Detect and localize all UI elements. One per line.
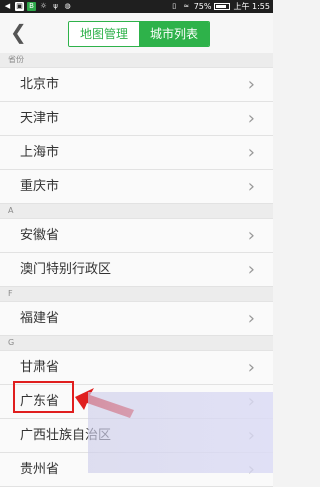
battery-icon [214, 3, 231, 10]
list-item-chongqing[interactable]: 重庆市 › [0, 170, 273, 204]
chevron-right-icon: › [247, 225, 255, 246]
list-item-gansu[interactable]: 甘肃省 › [0, 351, 273, 385]
watermark-blur [88, 392, 273, 473]
list-item-label: 澳门特别行政区 [20, 262, 112, 277]
list-item-label: 贵州省 [20, 462, 60, 477]
app-header: ❮ 地图管理 城市列表 [0, 13, 273, 54]
chevron-right-icon: › [247, 357, 255, 378]
chevron-right-icon: › [247, 308, 255, 329]
battery-percent: 75% [193, 2, 212, 11]
back-nav-icon: ◀ [4, 2, 11, 10]
chevron-right-icon: › [247, 176, 255, 197]
list-item-label: 北京市 [20, 77, 60, 92]
sun-icon: ☼ [40, 2, 47, 10]
tab-switcher: 地图管理 城市列表 [68, 21, 210, 47]
tab-map-management[interactable]: 地图管理 [69, 22, 139, 46]
back-icon[interactable]: ❮ [10, 21, 28, 43]
list-item-macau[interactable]: 澳门特别行政区 › [0, 253, 273, 287]
list-item-anhui[interactable]: 安徽省 › [0, 219, 273, 253]
list-item-label: 安徽省 [20, 228, 60, 243]
usb-icon: ψ [53, 2, 58, 10]
system-indicators: ▯ ≈ 75% 上午 1:55 [170, 1, 273, 12]
section-header-f: F [0, 287, 273, 302]
highlight-box [13, 381, 74, 413]
chevron-right-icon: › [247, 108, 255, 129]
list-item-tianjin[interactable]: 天津市 › [0, 102, 273, 136]
chat-icon: ◍ [64, 2, 71, 10]
clock: 上午 1:55 [233, 2, 270, 11]
list-item-label: 重庆市 [20, 179, 60, 194]
chevron-right-icon: › [247, 259, 255, 280]
status-bar: ◀ ▣ B ☼ ψ ◍ ▯ ≈ 75% 上午 1:55 [0, 0, 273, 13]
app-icon: B [27, 2, 36, 11]
section-header-g: G [0, 336, 273, 351]
vibrate-icon: ▯ [172, 2, 177, 10]
list-item-shanghai[interactable]: 上海市 › [0, 136, 273, 170]
list-item-label: 上海市 [20, 145, 60, 160]
list-item-label: 天津市 [20, 111, 60, 126]
section-header-province: 省份 [0, 53, 273, 68]
notification-icons: ◀ ▣ B ☼ ψ ◍ [0, 2, 72, 11]
chevron-right-icon: › [247, 74, 255, 95]
list-item-label: 甘肃省 [20, 360, 60, 375]
tab-city-list[interactable]: 城市列表 [139, 22, 209, 46]
list-item-beijing[interactable]: 北京市 › [0, 68, 273, 102]
image-icon: ▣ [15, 2, 24, 11]
chevron-right-icon: › [247, 142, 255, 163]
section-header-a: A [0, 204, 273, 219]
list-item-fujian[interactable]: 福建省 › [0, 302, 273, 336]
wifi-icon: ≈ [183, 2, 190, 10]
list-item-label: 福建省 [20, 311, 60, 326]
